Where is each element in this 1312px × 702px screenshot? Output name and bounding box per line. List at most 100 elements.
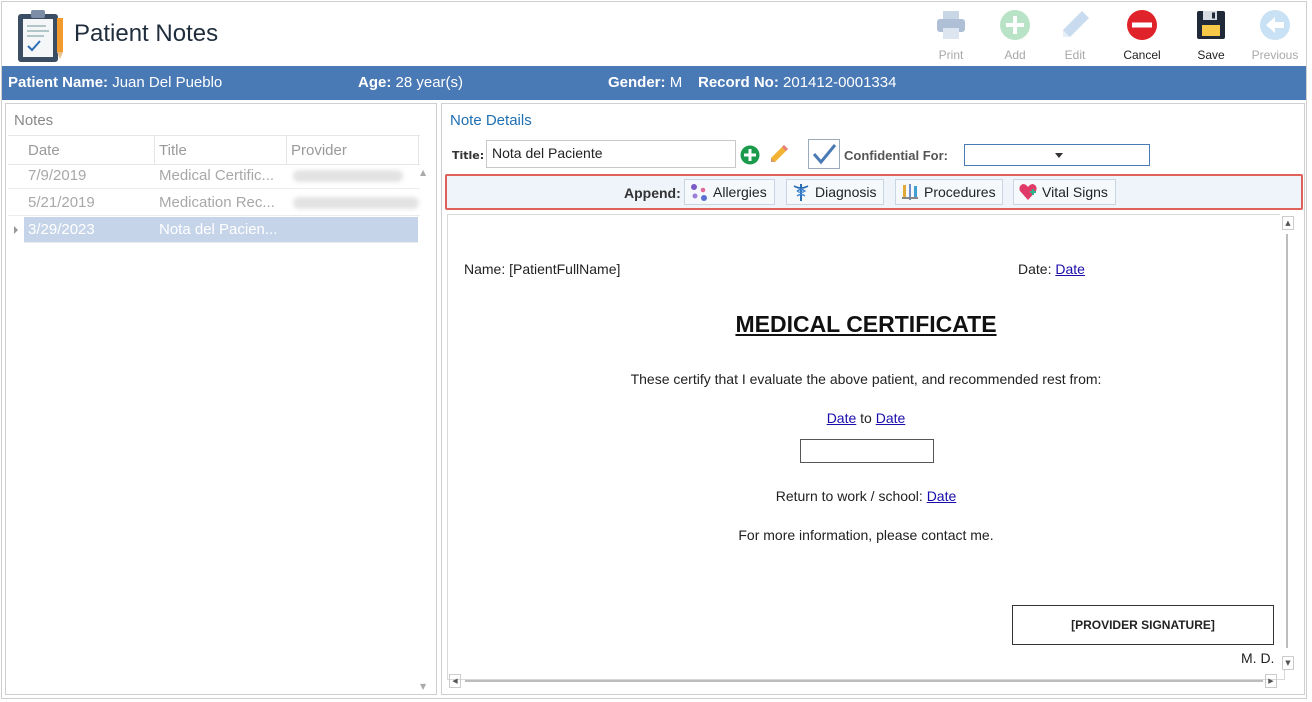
row-date: 3/29/2023 [28, 221, 95, 238]
confidential-label: Confidential For: [844, 148, 948, 163]
doc-rest-range: Date to Date [448, 410, 1284, 426]
add-title-icon[interactable] [740, 145, 760, 165]
row-provider-redacted [293, 170, 403, 182]
page-title: Patient Notes [74, 20, 219, 47]
save-button[interactable]: Save [1180, 6, 1242, 64]
confidential-checkbox[interactable] [808, 139, 840, 169]
append-allergies-button[interactable]: Allergies [684, 179, 775, 205]
scroll-track-horizontal[interactable] [465, 680, 1263, 682]
clipboard-notes-icon [16, 8, 66, 64]
doc-provider-signature: [PROVIDER SIGNATURE] [1012, 605, 1274, 645]
append-procedures-button[interactable]: Procedures [895, 179, 1003, 205]
scroll-down-icon[interactable]: ▼ [1282, 656, 1294, 670]
patient-gender: Gender: M [608, 74, 682, 91]
scroll-up-icon[interactable]: ▲ [420, 168, 426, 177]
heart-plus-icon [1019, 184, 1037, 200]
patient-gender-label: Gender: [608, 74, 666, 91]
doc-blank-field[interactable] [800, 439, 934, 463]
column-header-title[interactable]: Title [159, 142, 187, 159]
append-vital-signs-button[interactable]: Vital Signs [1013, 179, 1116, 205]
note-details-panel: Note Details Title: Nota del Paciente Co… [441, 103, 1305, 695]
doc-rest-from-link[interactable]: Date [827, 410, 857, 426]
previous-button[interactable]: Previous [1244, 6, 1306, 64]
scroll-right-icon[interactable]: ▶ [1265, 674, 1277, 688]
row-title: Nota del Pacien... [159, 221, 278, 238]
column-header-provider[interactable]: Provider [291, 142, 347, 159]
patient-name-value: Juan Del Pueblo [112, 74, 223, 91]
previous-label: Previous [1251, 48, 1299, 62]
note-document-editor[interactable]: Name: [PatientFullName] Date: Date MEDIC… [447, 214, 1285, 680]
title-field-label: Title: [452, 149, 485, 162]
chevron-down-icon [1055, 153, 1063, 158]
scroll-left-icon[interactable]: ◀ [449, 674, 461, 688]
doc-return-date-link[interactable]: Date [927, 488, 957, 504]
save-label: Save [1197, 48, 1225, 62]
append-procedures-label: Procedures [924, 184, 996, 200]
doc-heading: MEDICAL CERTIFICATE [735, 311, 997, 337]
patient-age-value: 28 year(s) [395, 74, 464, 91]
notes-grid-header: Date Title Provider [8, 135, 420, 165]
append-vital-signs-label: Vital Signs [1042, 184, 1108, 200]
patient-gender-value: M [669, 74, 683, 91]
column-header-date[interactable]: Date [28, 142, 60, 159]
document-horizontal-scrollbar[interactable]: ◀ ▶ [447, 672, 1277, 688]
doc-return-label: Return to work / school: [775, 488, 923, 504]
row-date: 7/9/2019 [28, 167, 87, 184]
row-title: Medication Rec... [159, 194, 275, 211]
append-diagnosis-button[interactable]: Diagnosis [786, 179, 884, 205]
confidential-for-dropdown[interactable] [964, 144, 1150, 166]
append-allergies-label: Allergies [713, 184, 767, 200]
append-toolbar: Append: Allergies Diagnosis Procedures V… [445, 174, 1303, 210]
patient-name: Patient Name: Juan Del Pueblo [8, 74, 222, 91]
doc-md-text: M. D. [1241, 650, 1275, 666]
patient-age-label: Age: [358, 74, 392, 91]
edit-button[interactable]: Edit [1044, 6, 1106, 64]
scroll-up-icon[interactable]: ▲ [1282, 216, 1294, 230]
append-diagnosis-label: Diagnosis [815, 184, 877, 200]
allergies-icon [691, 184, 707, 201]
print-label: Print [938, 48, 964, 62]
append-label: Append: [624, 185, 681, 201]
pencil-icon [1063, 11, 1089, 37]
patient-record-value: 201412-0001334 [783, 74, 897, 91]
doc-range-to-word: to [860, 410, 872, 426]
table-row[interactable]: 7/9/2019 Medical Certific... [8, 163, 420, 189]
patient-record: Record No: 201412-0001334 [698, 74, 896, 91]
add-label: Add [1004, 48, 1026, 62]
arrow-left-circle-icon [1260, 10, 1290, 40]
minus-circle-icon [1127, 10, 1157, 40]
notes-panel: Notes Date Title Provider 7/9/2019 Medic… [5, 103, 437, 695]
edit-label: Edit [1064, 48, 1086, 62]
checkmark-icon [812, 144, 837, 165]
row-title: Medical Certific... [159, 167, 275, 184]
patient-name-label: Patient Name: [8, 74, 109, 91]
edit-title-pencil-icon[interactable] [768, 143, 790, 165]
floppy-disk-icon [1197, 11, 1225, 39]
plus-circle-icon [1000, 10, 1030, 40]
doc-date: Date: Date [1018, 261, 1085, 277]
patient-age: Age: 28 year(s) [358, 74, 463, 91]
doc-info-text: For more information, please contact me. [738, 527, 994, 543]
patient-info-bar: Patient Name: Juan Del Pueblo Age: 28 ye… [2, 66, 1306, 100]
row-date: 5/21/2019 [28, 194, 95, 211]
print-button[interactable]: Print [920, 6, 982, 64]
row-provider-redacted [293, 197, 419, 209]
doc-date-label: Date: [1018, 261, 1052, 277]
table-row[interactable]: 5/21/2019 Medication Rec... [8, 190, 420, 216]
doc-date-link[interactable]: Date [1055, 261, 1085, 277]
cancel-label: Cancel [1123, 48, 1161, 62]
medical-tools-icon [902, 184, 918, 200]
doc-rest-to-link[interactable]: Date [876, 410, 906, 426]
notes-title: Notes [14, 112, 54, 129]
cancel-button[interactable]: Cancel [1111, 6, 1173, 64]
add-button[interactable]: Add [984, 6, 1046, 64]
caduceus-icon [793, 184, 809, 201]
scroll-down-icon[interactable]: ▼ [420, 682, 426, 691]
document-vertical-scrollbar[interactable]: ▲ ▼ [1280, 214, 1296, 670]
note-details-title: Note Details [450, 112, 532, 129]
current-row-marker-icon [14, 226, 18, 234]
scroll-track[interactable] [1286, 234, 1288, 648]
doc-return-line: Return to work / school: Date [448, 488, 1284, 504]
table-row-selected[interactable]: 3/29/2023 Nota del Pacien... [24, 217, 418, 243]
title-input[interactable]: Nota del Paciente [486, 140, 736, 168]
